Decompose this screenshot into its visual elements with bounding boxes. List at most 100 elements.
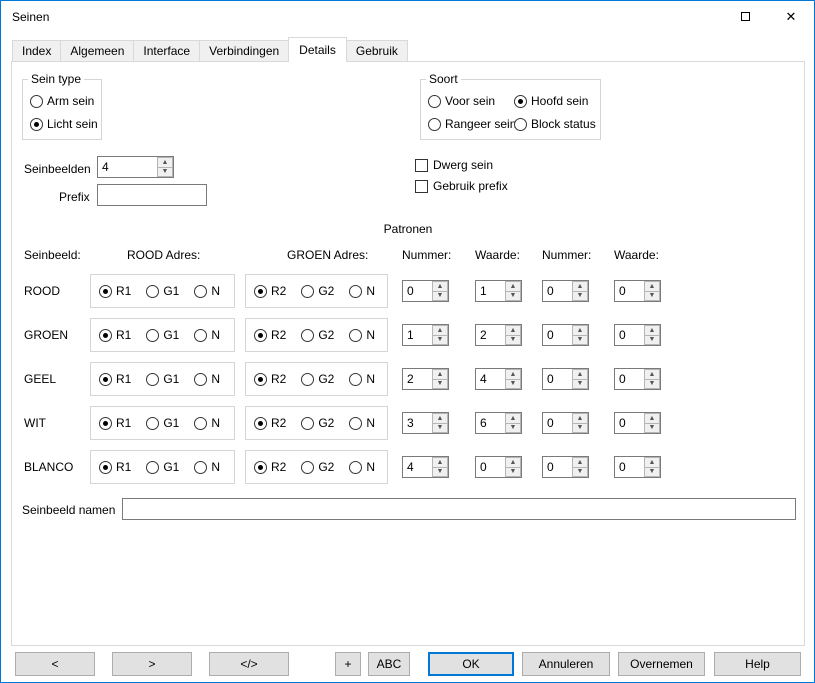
- radio-option-n[interactable]: N: [349, 416, 375, 430]
- tab-interface[interactable]: Interface: [133, 40, 200, 62]
- spin-down-icon[interactable]: ▼: [644, 467, 660, 478]
- radio-option-r1[interactable]: R1: [99, 416, 131, 430]
- previous-button[interactable]: <: [15, 652, 95, 676]
- add-button[interactable]: +: [335, 652, 361, 676]
- radio-option-r2[interactable]: R2: [254, 328, 286, 342]
- spin-down-icon[interactable]: ▼: [644, 291, 660, 302]
- prefix-input[interactable]: [97, 184, 207, 206]
- spin-down-icon[interactable]: ▼: [432, 379, 448, 390]
- radio-option-n[interactable]: N: [194, 460, 220, 474]
- radio-option-r1[interactable]: R1: [99, 372, 131, 386]
- annuleren-button[interactable]: Annuleren: [522, 652, 610, 676]
- radio-option-g2[interactable]: G2: [301, 460, 334, 474]
- radio-option-r2[interactable]: R2: [254, 372, 286, 386]
- nummer1-spinner[interactable]: 3 ▲▼: [402, 412, 449, 434]
- radio-option-r2[interactable]: R2: [254, 284, 286, 298]
- close-button[interactable]: ✕: [768, 1, 814, 32]
- waarde2-spinner[interactable]: 0 ▲▼: [614, 280, 661, 302]
- tab-algemeen[interactable]: Algemeen: [60, 40, 134, 62]
- radio-option-voor-sein[interactable]: Voor sein: [428, 94, 514, 108]
- spin-down-icon[interactable]: ▼: [505, 379, 521, 390]
- seinbeelden-value[interactable]: 4: [98, 157, 157, 177]
- tab-index[interactable]: Index: [12, 40, 61, 62]
- waarde2-spinner[interactable]: 0 ▲▼: [614, 368, 661, 390]
- maximize-button[interactable]: [722, 1, 768, 32]
- dwerg-sein-checkbox[interactable]: Dwerg sein: [415, 158, 493, 172]
- radio-option-n[interactable]: N: [349, 284, 375, 298]
- nummer1-spinner[interactable]: 1 ▲▼: [402, 324, 449, 346]
- overnemen-button[interactable]: Overnemen: [618, 652, 705, 676]
- radio-option-n[interactable]: N: [194, 328, 220, 342]
- spin-down-icon[interactable]: ▼: [644, 379, 660, 390]
- seinbeeld-namen-input[interactable]: [122, 498, 796, 520]
- ok-button[interactable]: OK: [428, 652, 514, 676]
- nummer1-spinner[interactable]: 0 ▲▼: [402, 280, 449, 302]
- spin-down-icon[interactable]: ▼: [505, 291, 521, 302]
- radio-option-n[interactable]: N: [349, 328, 375, 342]
- radio-option-licht-sein[interactable]: Licht sein: [30, 117, 101, 131]
- title-bar[interactable]: Seinen ✕: [1, 1, 814, 32]
- waarde1-spinner[interactable]: 6 ▲▼: [475, 412, 522, 434]
- spin-down-icon[interactable]: ▼: [644, 423, 660, 434]
- seinbeelden-spinner[interactable]: 4 ▲ ▼: [97, 156, 174, 178]
- radio-option-g1[interactable]: G1: [146, 284, 179, 298]
- spin-down-icon[interactable]: ▼: [644, 335, 660, 346]
- waarde1-spinner[interactable]: 4 ▲▼: [475, 368, 522, 390]
- waarde2-spinner[interactable]: 0 ▲▼: [614, 324, 661, 346]
- waarde2-spinner[interactable]: 0 ▲▼: [614, 412, 661, 434]
- tab-gebruik[interactable]: Gebruik: [346, 40, 408, 62]
- nummer1-spinner[interactable]: 2 ▲▼: [402, 368, 449, 390]
- radio-option-r2[interactable]: R2: [254, 460, 286, 474]
- radio-option-g1[interactable]: G1: [146, 372, 179, 386]
- waarde2-spinner[interactable]: 0 ▲▼: [614, 456, 661, 478]
- spin-down-icon[interactable]: ▼: [572, 467, 588, 478]
- spin-down-icon[interactable]: ▼: [432, 291, 448, 302]
- radio-option-n[interactable]: N: [194, 284, 220, 298]
- radio-option-r1[interactable]: R1: [99, 460, 131, 474]
- abc-button[interactable]: ABC: [368, 652, 410, 676]
- radio-option-n[interactable]: N: [349, 372, 375, 386]
- spin-down-icon[interactable]: ▼: [505, 335, 521, 346]
- tab-details[interactable]: Details: [288, 37, 347, 62]
- radio-option-g1[interactable]: G1: [146, 460, 179, 474]
- help-button[interactable]: Help: [714, 652, 801, 676]
- radio-option-n[interactable]: N: [194, 416, 220, 430]
- nummer1-spinner[interactable]: 4 ▲▼: [402, 456, 449, 478]
- waarde1-spinner[interactable]: 0 ▲▼: [475, 456, 522, 478]
- radio-option-g2[interactable]: G2: [301, 416, 334, 430]
- spin-down-icon[interactable]: ▼: [432, 423, 448, 434]
- next-button[interactable]: >: [112, 652, 192, 676]
- spin-down-icon[interactable]: ▼: [505, 423, 521, 434]
- code-button[interactable]: </>: [209, 652, 289, 676]
- gebruik-prefix-checkbox[interactable]: Gebruik prefix: [415, 179, 508, 193]
- radio-option-r1[interactable]: R1: [99, 284, 131, 298]
- spin-down-icon[interactable]: ▼: [157, 167, 173, 178]
- spin-down-icon[interactable]: ▼: [432, 467, 448, 478]
- spin-down-icon[interactable]: ▼: [572, 291, 588, 302]
- radio-option-hoofd-sein[interactable]: Hoofd sein: [514, 94, 600, 108]
- radio-option-n[interactable]: N: [194, 372, 220, 386]
- spin-down-icon[interactable]: ▼: [572, 423, 588, 434]
- radio-option-block-status[interactable]: Block status: [514, 117, 600, 131]
- radio-option-g2[interactable]: G2: [301, 284, 334, 298]
- nummer2-spinner[interactable]: 0 ▲▼: [542, 412, 589, 434]
- radio-option-r2[interactable]: R2: [254, 416, 286, 430]
- radio-option-g1[interactable]: G1: [146, 328, 179, 342]
- spin-down-icon[interactable]: ▼: [432, 335, 448, 346]
- radio-option-r1[interactable]: R1: [99, 328, 131, 342]
- radio-option-g2[interactable]: G2: [301, 328, 334, 342]
- radio-option-g1[interactable]: G1: [146, 416, 179, 430]
- radio-option-arm-sein[interactable]: Arm sein: [30, 94, 101, 108]
- tab-verbindingen[interactable]: Verbindingen: [199, 40, 289, 62]
- nummer2-spinner[interactable]: 0 ▲▼: [542, 368, 589, 390]
- waarde1-spinner[interactable]: 1 ▲▼: [475, 280, 522, 302]
- nummer2-spinner[interactable]: 0 ▲▼: [542, 324, 589, 346]
- radio-option-n[interactable]: N: [349, 460, 375, 474]
- nummer2-spinner[interactable]: 0 ▲▼: [542, 280, 589, 302]
- spin-down-icon[interactable]: ▼: [572, 335, 588, 346]
- radio-option-g2[interactable]: G2: [301, 372, 334, 386]
- nummer2-spinner[interactable]: 0 ▲▼: [542, 456, 589, 478]
- radio-option-rangeer-sein[interactable]: Rangeer sein: [428, 117, 514, 131]
- waarde1-spinner[interactable]: 2 ▲▼: [475, 324, 522, 346]
- spin-down-icon[interactable]: ▼: [505, 467, 521, 478]
